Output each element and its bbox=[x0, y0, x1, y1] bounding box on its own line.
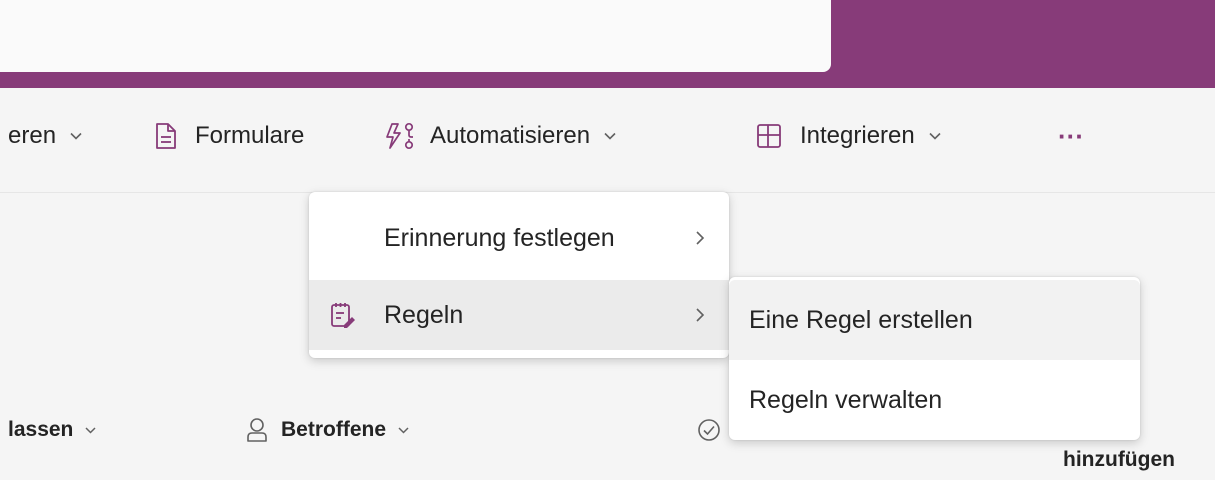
more-options-button[interactable]: ··· bbox=[1058, 116, 1084, 156]
automate-button[interactable]: Automatisieren bbox=[384, 116, 616, 156]
submenu-item-manage-rules[interactable]: Regeln verwalten bbox=[729, 360, 1140, 440]
automate-flow-icon bbox=[386, 122, 414, 150]
submenu-item-label: Eine Regel erstellen bbox=[749, 305, 973, 334]
menu-item-set-reminder[interactable]: Erinnerung festlegen bbox=[309, 203, 729, 273]
chevron-down-icon bbox=[929, 132, 941, 140]
chevron-down-icon bbox=[85, 426, 96, 434]
affected-filter-button[interactable]: Betroffene bbox=[245, 410, 409, 450]
check-circle-icon bbox=[698, 419, 720, 441]
automate-dropdown-menu: Erinnerung festlegen Regeln bbox=[309, 192, 729, 358]
integrate-label: Integrieren bbox=[800, 122, 915, 149]
integrate-button[interactable]: Integrieren bbox=[756, 116, 941, 156]
submenu-item-create-rule[interactable]: Eine Regel erstellen bbox=[729, 280, 1140, 360]
submenu-item-label: Regeln verwalten bbox=[749, 385, 943, 414]
bottom-item-partial-label: lassen bbox=[8, 418, 74, 441]
affected-label: Betroffene bbox=[281, 418, 387, 441]
command-bar: eren Formulare Automatisieren Integriere… bbox=[0, 88, 1215, 193]
form-document-icon bbox=[156, 123, 176, 149]
rules-icon bbox=[331, 303, 355, 328]
add-button[interactable]: hinzufügen bbox=[1063, 440, 1175, 480]
menu-item-label: Erinnerung festlegen bbox=[384, 223, 615, 252]
chevron-right-icon bbox=[696, 308, 705, 322]
bottom-item-partial[interactable]: lassen bbox=[8, 410, 96, 450]
command-item-partial-label: eren bbox=[8, 122, 57, 149]
search-box[interactable] bbox=[0, 0, 831, 72]
menu-item-label: Regeln bbox=[384, 300, 464, 329]
chevron-down-icon bbox=[604, 132, 616, 140]
command-item-partial[interactable]: eren bbox=[8, 116, 82, 156]
chevron-right-icon bbox=[696, 231, 705, 245]
add-label: hinzufügen bbox=[1063, 448, 1175, 471]
app-header bbox=[0, 0, 1215, 88]
forms-button[interactable]: Formulare bbox=[155, 116, 304, 156]
rules-submenu: Eine Regel erstellen Regeln verwalten bbox=[729, 277, 1140, 440]
chevron-down-icon bbox=[70, 132, 82, 140]
more-options-icon: ··· bbox=[1058, 120, 1084, 151]
chevron-down-icon bbox=[398, 426, 409, 434]
integrate-grid-icon bbox=[757, 124, 781, 148]
forms-label: Formulare bbox=[195, 122, 305, 149]
automate-label: Automatisieren bbox=[430, 122, 591, 149]
person-icon bbox=[247, 418, 267, 442]
menu-item-rules[interactable]: Regeln bbox=[309, 280, 729, 350]
status-filter-button[interactable] bbox=[697, 410, 721, 450]
